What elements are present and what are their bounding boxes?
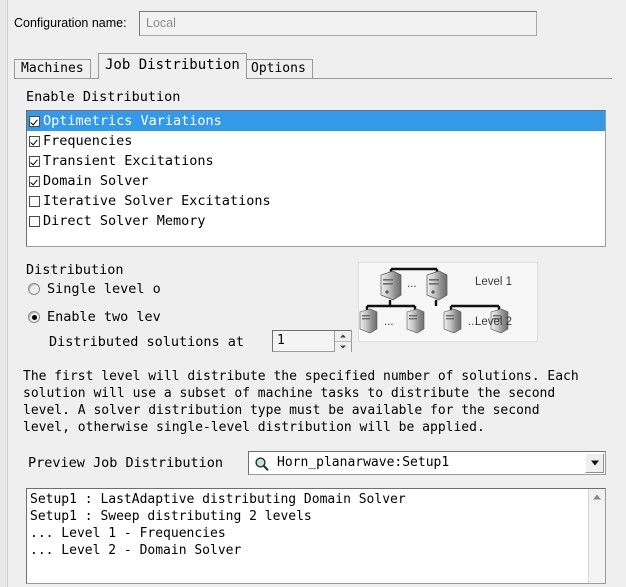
checkbox-icon[interactable] [29,195,40,207]
magnifier-icon [255,457,269,471]
distributed-solutions-stepper[interactable]: 1 [272,330,352,352]
stepper-up-icon[interactable] [335,331,351,342]
chevron-down-icon[interactable] [585,453,604,473]
diagram-level2-label: Level 2 [475,316,512,328]
preview-job-distribution-label: Preview Job Distribution [28,455,224,471]
diagram-level1-label: Level 1 [475,276,512,288]
distributed-solutions-label: Distributed solutions at [49,334,245,350]
list-item-label: Iterative Solver Excitations [43,193,271,209]
checkbox-icon[interactable] [29,115,40,127]
enable-distribution-label: Enable Distribution [26,89,181,105]
radio-icon[interactable] [28,283,40,295]
configuration-name-value: Local [146,16,176,30]
panel-left-edge [0,0,8,587]
list-item-label: Domain Solver [43,173,149,189]
distribution-description: The first level will distribute the spec… [23,369,579,435]
tab-job-distribution[interactable]: Job Distribution [98,53,247,79]
enable-distribution-list[interactable]: Optimetrics Variations Frequencies Trans… [26,110,606,247]
list-item[interactable]: Domain Solver [27,171,605,191]
list-item[interactable]: Direct Solver Memory [27,211,605,231]
log-scrollbar[interactable] [588,489,605,583]
diagram-ellipsis-left: ... [384,316,394,328]
checkbox-icon[interactable] [29,135,40,147]
distribution-level-diagram: ... Level 1 ... ... Level 2 [358,262,538,342]
radio-two-levels-label: Enable two lev [47,309,161,325]
list-item[interactable]: Frequencies [27,131,605,151]
stepper-buttons[interactable] [334,331,351,352]
configuration-name-input[interactable]: Local [139,11,537,36]
tab-options[interactable]: Options [244,59,313,79]
preview-setup-dropdown[interactable]: Horn_planarwave:Setup1 [248,451,606,475]
distributed-solutions-value: 1 [277,333,285,348]
radio-two-levels[interactable]: Enable two lev [28,309,161,325]
server-tree-svg: ... Level 1 ... ... Level 2 [359,267,512,334]
checkbox-icon[interactable] [29,215,40,227]
list-item[interactable]: Iterative Solver Excitations [27,191,605,211]
checkbox-icon[interactable] [29,155,40,167]
list-item[interactable]: Transient Excitations [27,151,605,171]
stepper-down-icon[interactable] [335,342,351,352]
radio-single-level-label: Single level o [47,281,161,297]
job-distribution-panel: Configuration name: Local Machines Job D… [0,0,626,587]
distribution-group-label: Distribution [26,262,124,278]
list-item-label: Optimetrics Variations [43,113,222,129]
list-item[interactable]: Optimetrics Variations [27,111,605,131]
preview-log-box[interactable]: Setup1 : LastAdaptive distributing Domai… [26,488,606,584]
configuration-name-label: Configuration name: [14,16,127,30]
scroll-up-icon[interactable] [589,489,605,504]
radio-icon[interactable] [28,311,40,323]
preview-setup-value: Horn_planarwave:Setup1 [277,455,450,470]
preview-log-text: Setup1 : LastAdaptive distributing Domai… [30,492,406,558]
list-item-label: Direct Solver Memory [43,213,206,229]
checkbox-icon[interactable] [29,175,40,187]
radio-single-level[interactable]: Single level o [28,281,161,297]
diagram-ellipsis-top: ... [407,278,417,290]
tab-bar: Machines Job Distribution Options [14,53,612,79]
list-item-label: Transient Excitations [43,153,214,169]
tab-machines[interactable]: Machines [14,59,91,79]
list-item-label: Frequencies [43,133,133,149]
